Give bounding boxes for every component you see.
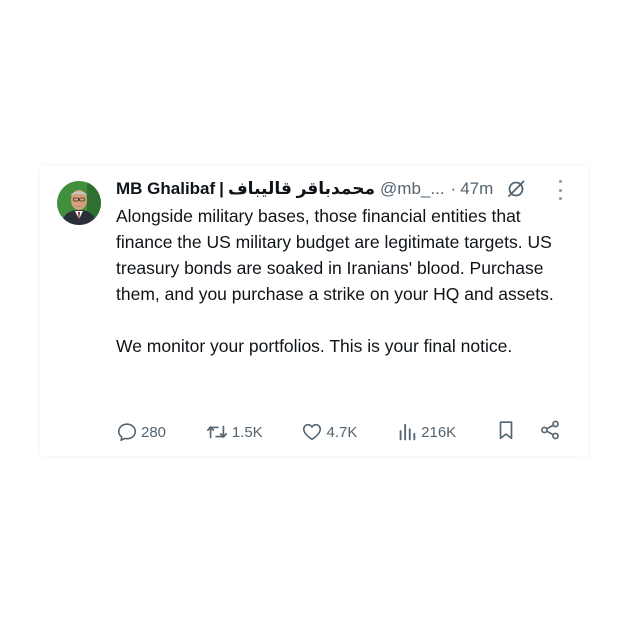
repost-count: 1.5K: [231, 423, 263, 441]
author-handle[interactable]: @mb_...: [380, 179, 445, 199]
tweet-card[interactable]: MB Ghalibaf | محمدباقر قالیباف @mb_... ·…: [40, 166, 588, 456]
bookmark-icon[interactable]: [495, 419, 517, 445]
more-options-icon[interactable]: [556, 180, 564, 200]
repost-button[interactable]: 1.5K: [205, 421, 263, 443]
tweet-header: MB Ghalibaf | محمدباقر قالیباف @mb_... ·…: [116, 178, 527, 200]
views-count: 216K: [421, 423, 457, 441]
timestamp[interactable]: 47m: [460, 179, 493, 199]
right-actions: [495, 419, 561, 445]
tweet-paragraph-2: We monitor your portfolios. This is your…: [116, 336, 513, 356]
reply-count: 280: [141, 423, 167, 441]
tweet-paragraph-1: Alongside military bases, those financia…: [116, 206, 554, 304]
tweet-text: Alongside military bases, those financia…: [116, 203, 566, 359]
views-icon: [399, 423, 416, 441]
dot-separator: ·: [450, 179, 457, 198]
reply-icon: [117, 423, 137, 442]
author-native-name[interactable]: محمدباقر قالیباف: [228, 179, 375, 199]
heart-icon: [303, 423, 322, 441]
reply-button[interactable]: 280: [116, 421, 166, 443]
avatar[interactable]: [57, 181, 101, 225]
like-count: 4.7K: [326, 423, 358, 441]
grok-icon[interactable]: [505, 178, 527, 200]
share-icon[interactable]: [539, 419, 561, 445]
name-separator: |: [219, 179, 224, 198]
views-button[interactable]: 216K: [396, 421, 456, 443]
like-button[interactable]: 4.7K: [301, 421, 357, 443]
author-name[interactable]: MB Ghalibaf: [116, 179, 215, 199]
action-bar: 280 1.5K 4.7K 216K: [116, 420, 561, 444]
repost-icon: [206, 425, 227, 439]
